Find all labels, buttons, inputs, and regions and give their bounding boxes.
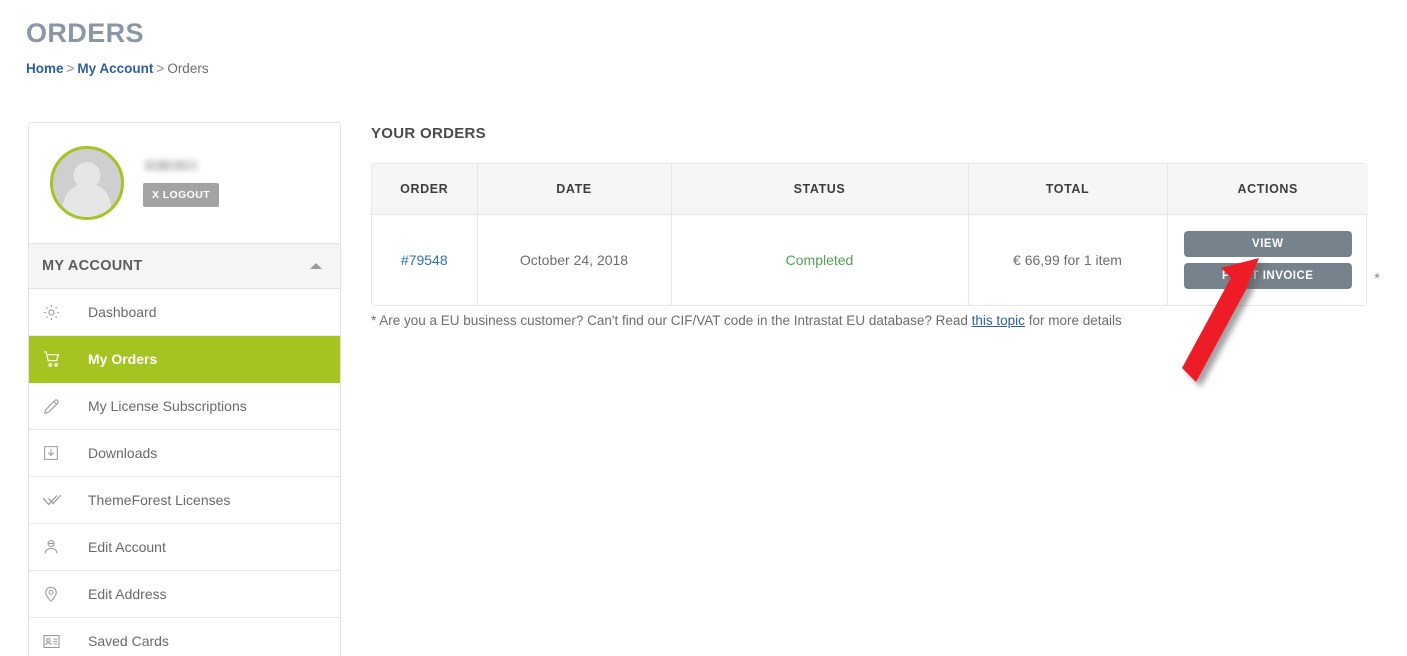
sidebar-item-label: ThemeForest Licenses [88,492,231,508]
user-icon [42,538,76,556]
footnote-text-before: * Are you a EU business customer? Can't … [371,313,972,328]
my-account-section-header[interactable]: MY ACCOUNT [29,243,340,289]
caret-up-icon[interactable] [310,263,322,269]
breadcrumb-current: Orders [167,61,209,76]
user-meta: X LOGOUT [143,159,220,207]
sidebar-item-dashboard[interactable]: Dashboard [29,289,340,336]
pencil-icon [42,397,76,416]
sidebar-item-downloads[interactable]: Downloads [29,430,340,477]
orders-table: ORDER DATE STATUS TOTAL ACTIONS #79548 O… [371,163,1380,306]
cell-total: € 66,99 for 1 item [968,214,1168,305]
sidebar-item-label: Saved Cards [88,633,169,649]
column-header-actions: ACTIONS [1167,164,1368,215]
map-pin-icon [42,585,76,603]
print-invoice-button[interactable]: PRINT INVOICE [1183,262,1352,289]
sidebar-item-saved-cards[interactable]: Saved Cards [29,618,340,656]
avatar [50,146,124,220]
footnote-link-this-topic[interactable]: this topic [972,313,1025,328]
breadcrumb-link-home[interactable]: Home [26,61,64,76]
cell-order: #79548 [372,214,478,305]
sidebar-item-label: My Orders [88,351,158,367]
column-header-date: DATE [477,164,672,215]
double-check-icon [42,490,76,511]
page-title: ORDERS [26,18,144,48]
sidebar-item-label: Edit Account [88,539,166,555]
id-card-icon [42,632,76,651]
sidebar-item-themeforest-licenses[interactable]: ThemeForest Licenses [29,477,340,524]
shopping-cart-icon [42,349,76,369]
sidebar: X LOGOUT MY ACCOUNT Dashboard My Orders My… [28,122,341,656]
status-badge: Completed [785,251,854,268]
logout-button[interactable]: X LOGOUT [143,182,220,207]
my-account-section-label: MY ACCOUNT [42,258,143,274]
user-box: X LOGOUT [29,123,340,243]
download-icon [42,444,76,462]
sidebar-item-label: My License Subscriptions [88,398,247,414]
cell-date: October 24, 2018 [477,214,672,305]
your-orders-heading: YOUR ORDERS [371,125,486,142]
breadcrumb-link-my-account[interactable]: My Account [77,61,153,76]
sidebar-item-edit-account[interactable]: Edit Account [29,524,340,571]
avatar-body [63,183,111,217]
sidebar-item-my-orders[interactable]: My Orders [29,336,340,383]
sidebar-item-label: Edit Address [88,586,167,602]
sidebar-item-label: Downloads [88,445,158,461]
column-header-total: TOTAL [968,164,1168,215]
sidebar-item-my-license-subscriptions[interactable]: My License Subscriptions [29,383,340,430]
table-header-row: ORDER DATE STATUS TOTAL ACTIONS [372,164,1368,215]
username-redacted [145,159,197,171]
column-header-status: STATUS [671,164,969,215]
sidebar-item-edit-address[interactable]: Edit Address [29,571,340,618]
breadcrumb-separator: > [66,61,75,76]
column-header-order: ORDER [372,164,478,215]
table-row: #79548 October 24, 2018 Completed € 66,9… [372,214,1380,305]
breadcrumb: Home > My Account > Orders [26,61,209,76]
order-number-link[interactable]: #79548 [401,252,448,268]
view-button[interactable]: VIEW [1183,230,1352,257]
sidebar-item-label: Dashboard [88,304,157,320]
cell-status: Completed [671,214,969,305]
breadcrumb-separator: > [156,61,165,76]
cell-actions: VIEW PRINT INVOICE * [1167,214,1380,305]
page-root: ORDERS Home > My Account > Orders X LOGOUT M… [0,0,1407,656]
gear-icon [42,303,76,322]
sidebar-nav-list: Dashboard My Orders My License Subscriptio… [29,289,340,656]
asterisk-marker: * [1374,269,1380,287]
footnote: * Are you a EU business customer? Can't … [371,313,1122,328]
footnote-text-after: for more details [1024,313,1122,328]
actions-wrap: VIEW PRINT INVOICE * [1168,230,1380,289]
